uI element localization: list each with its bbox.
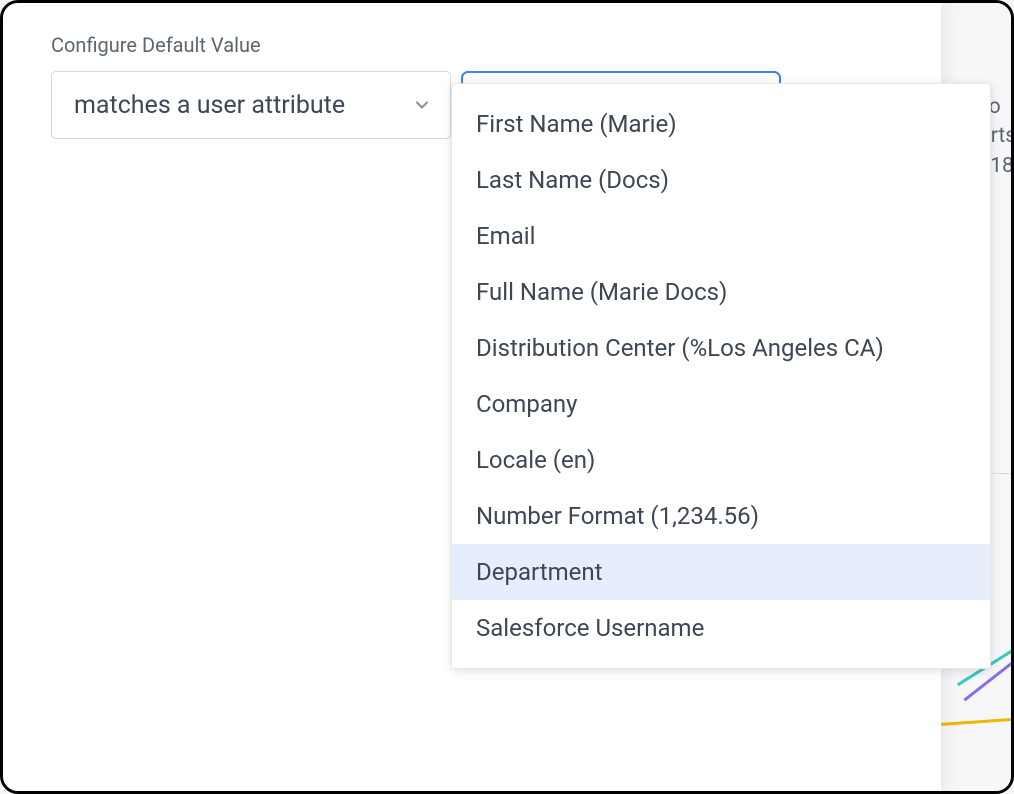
dropdown-option[interactable]: Department (452, 544, 990, 600)
chevron-down-icon (412, 95, 432, 115)
field-row: matches a user attribute Department Firs… (51, 71, 901, 139)
dropdown-option[interactable]: Last Name (Docs) (452, 152, 990, 208)
dropdown-option[interactable]: Full Name (Marie Docs) (452, 264, 990, 320)
dropdown-option[interactable]: Distribution Center (%Los Angeles CA) (452, 320, 990, 376)
dropdown-option[interactable]: Locale (en) (452, 432, 990, 488)
dropdown-option[interactable]: First Name (Marie) (452, 96, 990, 152)
attribute-dropdown: First Name (Marie)Last Name (Docs)EmailF… (451, 83, 991, 669)
dropdown-option[interactable]: Company (452, 376, 990, 432)
configure-panel: Configure Default Value matches a user a… (3, 3, 941, 791)
dropdown-option[interactable]: Email (452, 208, 990, 264)
dropdown-option[interactable]: Salesforce Username (452, 600, 990, 656)
match-type-select[interactable]: matches a user attribute (51, 71, 451, 139)
dropdown-option[interactable]: Number Format (1,234.56) (452, 488, 990, 544)
section-title: Configure Default Value (51, 33, 901, 57)
match-type-value: matches a user attribute (74, 91, 345, 120)
